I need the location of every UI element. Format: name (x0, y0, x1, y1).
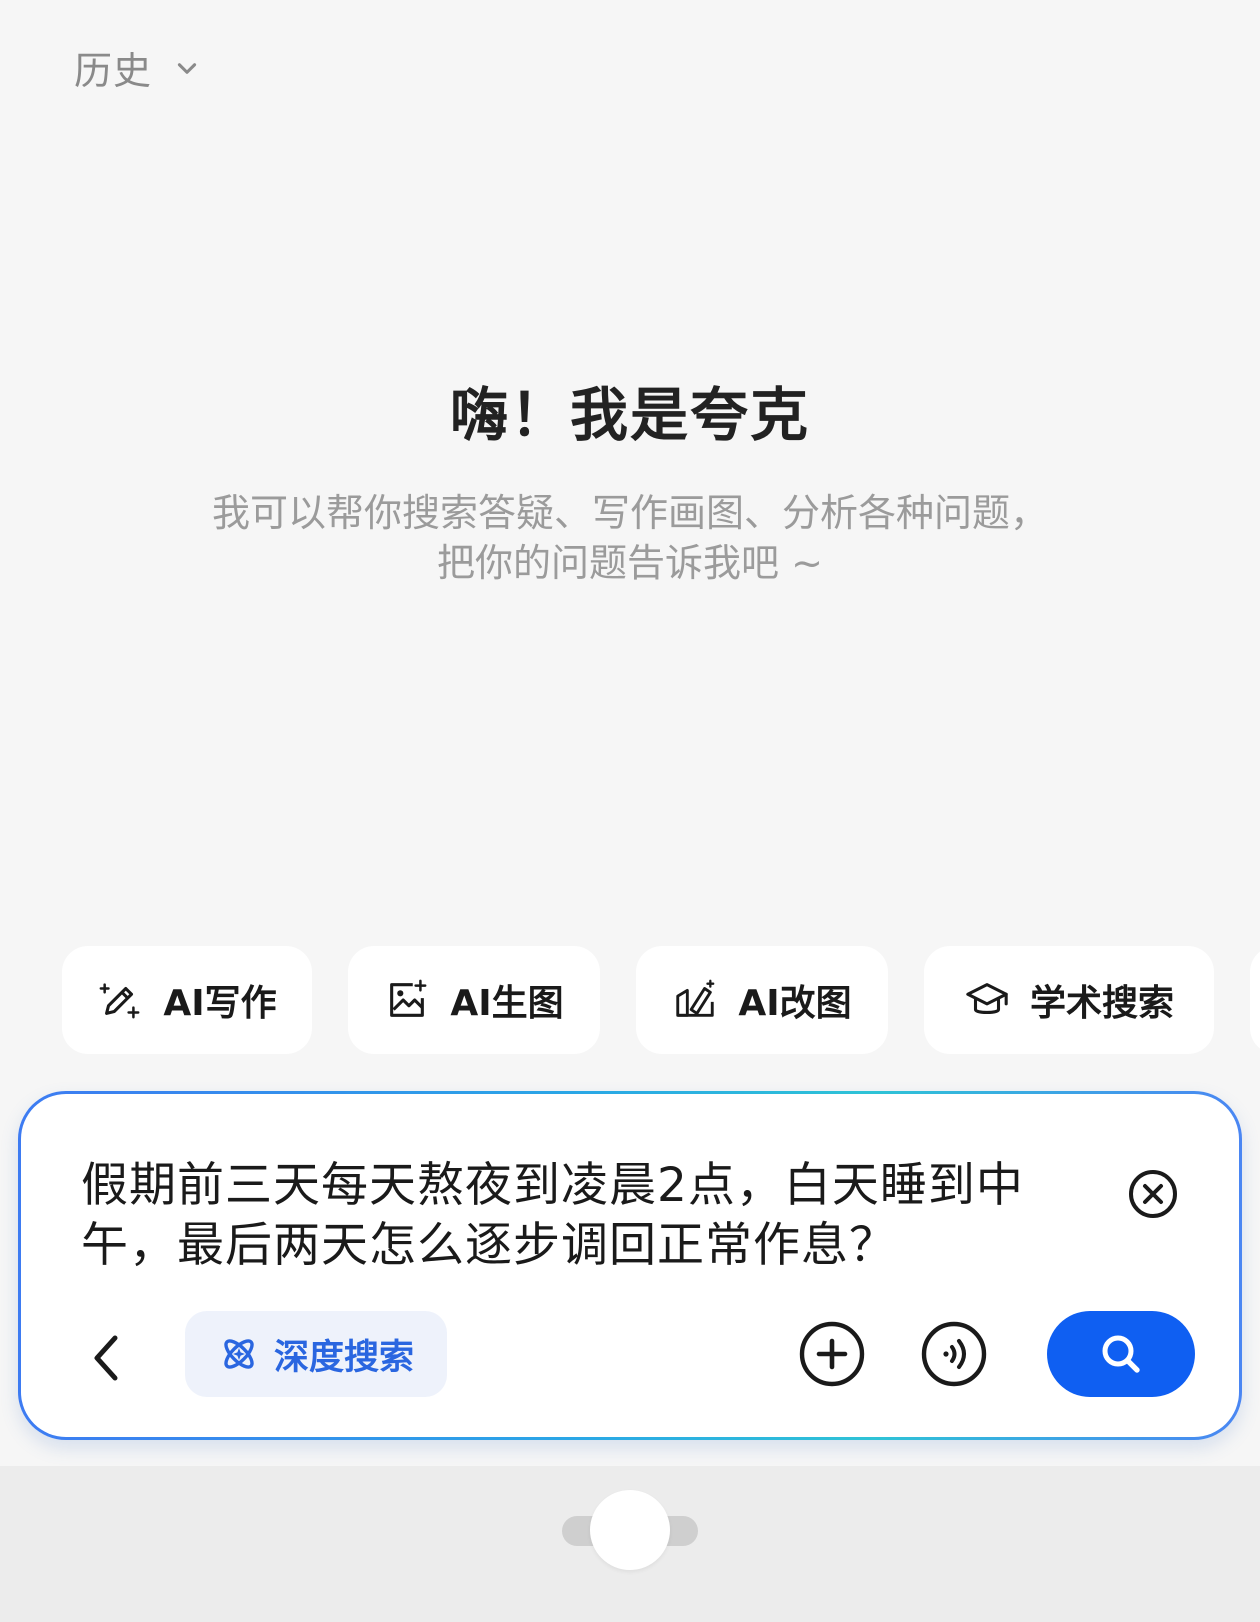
history-dropdown[interactable]: 历史 (74, 40, 200, 95)
more-action-chip[interactable] (1250, 946, 1260, 1054)
history-label: 历史 (74, 49, 153, 93)
quick-actions-row: AI写作 AI生图 AI改图 学术搜索 (62, 946, 1260, 1054)
ai-edit-image-button[interactable]: AI改图 (636, 946, 888, 1054)
ai-edit-image-icon (676, 979, 715, 1017)
ai-writing-label: AI写作 (163, 983, 277, 1024)
welcome-subtitle-line1: 我可以帮你搜索答疑、写作画图、分析各种问题， (211, 491, 1048, 535)
academic-search-label: 学术搜索 (1029, 983, 1174, 1024)
atom-icon (224, 1339, 254, 1369)
chevron-down-icon (177, 62, 197, 74)
welcome-subtitle-line2: 把你的问题告诉我吧 ~ (437, 541, 823, 585)
welcome-subtitle: 我可以帮你搜索答疑、写作画图、分析各种问题， 把你的问题告诉我吧 ~ (0, 488, 1260, 588)
query-card: 假期前三天每天熬夜到凌晨2点，白天睡到中午，最后两天怎么逐步调回正常作息？ 深度… (18, 1091, 1242, 1440)
search-icon (1102, 1335, 1140, 1373)
academic-search-button[interactable]: 学术搜索 (924, 946, 1214, 1054)
ai-image-label: AI生图 (450, 983, 564, 1024)
chevron-left-icon[interactable] (83, 1330, 131, 1386)
deep-search-button[interactable]: 深度搜索 (185, 1311, 447, 1397)
voice-icon[interactable] (919, 1319, 989, 1389)
welcome-title: 嗨！我是夸克 (449, 381, 810, 449)
search-button[interactable] (1047, 1311, 1195, 1397)
query-input[interactable]: 假期前三天每天熬夜到凌晨2点，白天睡到中午，最后两天怎么逐步调回正常作息？ (81, 1156, 1041, 1276)
home-indicator-knob[interactable] (590, 1490, 670, 1570)
ai-image-icon (390, 979, 427, 1017)
graduation-cap-icon (966, 983, 1008, 1014)
query-card-inner: 假期前三天每天熬夜到凌晨2点，白天睡到中午，最后两天怎么逐步调回正常作息？ 深度… (21, 1094, 1239, 1437)
ai-image-button[interactable]: AI生图 (348, 946, 600, 1054)
ai-writing-icon (99, 983, 140, 1019)
ai-writing-button[interactable]: AI写作 (62, 946, 312, 1054)
deep-search-label: 深度搜索 (273, 1337, 414, 1378)
ai-edit-image-label: AI改图 (738, 983, 852, 1024)
plus-circle-icon[interactable] (797, 1319, 867, 1389)
welcome-section: 嗨！我是夸克 我可以帮你搜索答疑、写作画图、分析各种问题， 把你的问题告诉我吧 … (0, 368, 1260, 588)
clear-icon[interactable] (1125, 1166, 1181, 1222)
